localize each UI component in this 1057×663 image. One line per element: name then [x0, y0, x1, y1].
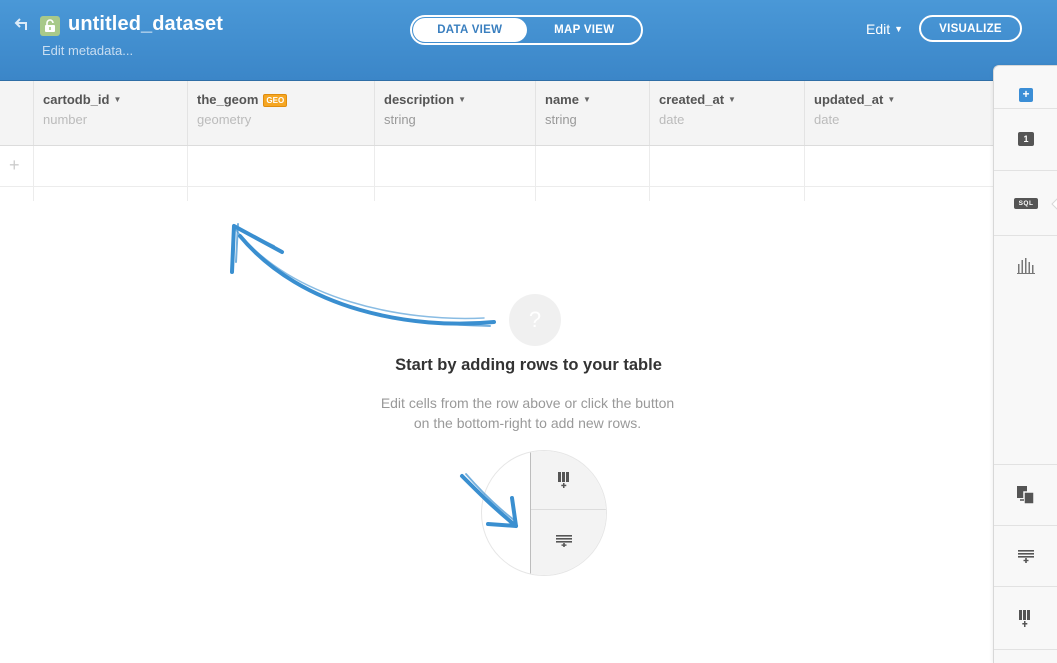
- column-type: string: [545, 112, 577, 127]
- table-cell[interactable]: [374, 146, 536, 186]
- column-divider: [374, 186, 375, 201]
- new-row: [0, 146, 993, 187]
- view-switch: DATA VIEW MAP VIEW: [410, 15, 643, 45]
- column-name: the_geom: [197, 92, 259, 107]
- chart-button[interactable]: [994, 236, 1057, 296]
- caret-down-icon: ▼: [728, 95, 736, 104]
- add-column-button[interactable]: [994, 587, 1057, 649]
- table-header: cartodb_id ▼ number the_geom GEO geometry …: [0, 81, 993, 146]
- edit-menu-label: Edit: [866, 21, 891, 37]
- column-type: geometry: [197, 112, 252, 127]
- caret-down-icon: ▼: [582, 95, 591, 104]
- column-divider: [804, 186, 805, 201]
- table-cell[interactable]: [187, 146, 375, 186]
- column-name: name: [545, 92, 579, 107]
- divider: [531, 509, 606, 510]
- panel-pointer-icon: [1051, 198, 1057, 210]
- small-arrow-icon: [460, 473, 518, 528]
- column-name-field[interactable]: name ▼ string: [535, 81, 649, 145]
- add-column-icon: [558, 472, 569, 488]
- back-arrow-icon[interactable]: [14, 16, 32, 32]
- caret-down-icon: ▼: [113, 95, 122, 104]
- column-type: date: [659, 112, 685, 127]
- edit-menu[interactable]: Edit ▼: [866, 21, 903, 37]
- question-icon: ?: [509, 294, 561, 346]
- add-layer-icon: +: [1019, 88, 1033, 102]
- caret-down-icon: ▼: [887, 95, 896, 104]
- column-updated-at[interactable]: updated_at ▼ date: [804, 81, 993, 145]
- add-row-button[interactable]: [994, 526, 1057, 586]
- sql-icon: SQL: [1014, 197, 1038, 209]
- table-cell[interactable]: [33, 146, 188, 186]
- table-cell[interactable]: [804, 146, 994, 186]
- caret-down-icon: ▼: [458, 95, 466, 104]
- layer-one-button[interactable]: 1: [994, 109, 1057, 169]
- caret-down-icon: ▼: [894, 24, 904, 34]
- table-cell[interactable]: [649, 146, 805, 186]
- column-divider: [33, 186, 34, 201]
- column-cartodb-id[interactable]: cartodb_id ▼ number: [33, 81, 187, 145]
- curved-arrow-icon: [230, 223, 496, 327]
- layer-one-icon: 1: [1018, 132, 1034, 146]
- column-name: created_at: [659, 92, 725, 107]
- add-column-icon: [1019, 609, 1030, 627]
- empty-state-text-line2: on the bottom-right to add new rows.: [413, 415, 642, 431]
- column-description[interactable]: description ▼ string: [374, 81, 535, 145]
- column-name: description: [384, 92, 455, 107]
- column-the-geom[interactable]: the_geom GEO geometry: [187, 81, 374, 145]
- edit-metadata-link[interactable]: Edit metadata...: [42, 43, 133, 58]
- merge-icon: [1017, 486, 1035, 505]
- right-toolbar: + 1 SQL: [993, 65, 1057, 663]
- hint-panel: [530, 451, 606, 575]
- column-divider: [649, 186, 650, 201]
- column-name: cartodb_id: [43, 92, 110, 107]
- tab-data-view[interactable]: DATA VIEW: [413, 18, 527, 42]
- add-row-plus-icon[interactable]: +: [9, 156, 20, 174]
- table-cell[interactable]: [535, 146, 650, 186]
- empty-state-title: Start by adding rows to your table: [395, 356, 662, 374]
- column-created-at[interactable]: created_at ▼ date: [649, 81, 804, 145]
- column-divider: [535, 186, 536, 201]
- add-layer-button[interactable]: +: [994, 84, 1057, 106]
- unlocked-icon[interactable]: [40, 16, 60, 36]
- column-type: string: [384, 112, 416, 127]
- column-type: number: [43, 112, 88, 127]
- add-row-icon: [556, 535, 572, 547]
- dataset-title[interactable]: untitled_dataset: [68, 13, 223, 36]
- divider: [994, 649, 1057, 650]
- column-type: date: [814, 112, 840, 127]
- geo-badge: GEO: [263, 94, 288, 107]
- sql-button[interactable]: SQL: [994, 171, 1057, 235]
- column-divider: [187, 186, 188, 201]
- column-name: updated_at: [814, 92, 884, 107]
- top-header: untitled_dataset Edit metadata... DATA V…: [0, 0, 1057, 81]
- chart-icon: [1017, 258, 1035, 274]
- merge-button[interactable]: [994, 465, 1057, 525]
- tab-map-view[interactable]: MAP VIEW: [528, 17, 642, 43]
- visualize-button[interactable]: VISUALIZE: [919, 15, 1022, 42]
- empty-state-text-line1: Edit cells from the row above or click t…: [380, 395, 675, 411]
- add-row-icon: [1018, 549, 1034, 563]
